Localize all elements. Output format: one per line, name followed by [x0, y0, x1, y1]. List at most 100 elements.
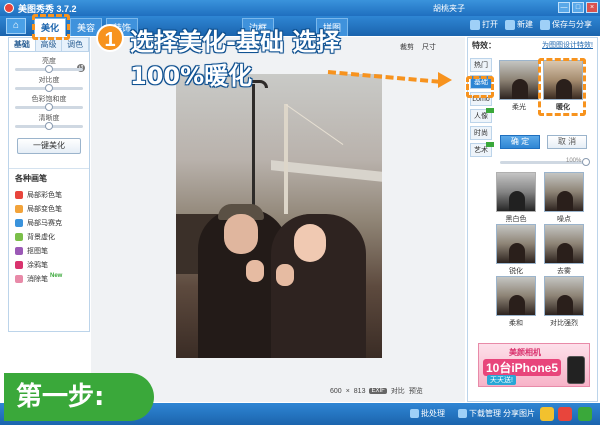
effect-thumb-dehaze[interactable]	[544, 224, 584, 264]
brush-icon	[15, 233, 23, 241]
one-click-beautify-button[interactable]: 一键美化	[17, 138, 81, 154]
batch-label: 批处理	[421, 409, 445, 418]
effect-thumb-soft[interactable]	[496, 276, 536, 316]
effects-title: 特效：	[472, 40, 496, 50]
batch-icon	[410, 409, 419, 418]
adjust-slider[interactable]: 色彩饱和度	[15, 94, 83, 111]
compare-button[interactable]: 对比	[391, 386, 405, 396]
category-art[interactable]: 艺术	[470, 142, 494, 157]
download-label: 下载管理	[469, 409, 501, 418]
brush-tool-item[interactable]: 局部马赛克	[9, 216, 89, 230]
minimize-button[interactable]: —	[558, 2, 570, 13]
brush-tool-label: 涂鸦笔	[27, 262, 48, 269]
slider-track[interactable]	[15, 84, 83, 92]
photo-hand-left	[246, 260, 264, 282]
adjust-slider[interactable]: 对比度	[15, 75, 83, 92]
strength-knob[interactable]	[582, 158, 590, 166]
brush-tool-item[interactable]: 抠图笔	[9, 244, 89, 258]
slider-knob[interactable]	[45, 122, 53, 130]
maximize-button[interactable]: □	[572, 2, 584, 13]
slider-track[interactable]	[15, 103, 83, 111]
effect-label-black-white: 黑白色	[505, 216, 527, 223]
size-button[interactable]: 尺寸	[422, 42, 436, 52]
photo-hand-right	[276, 264, 294, 286]
weibo-icon[interactable]	[558, 407, 572, 421]
new-flag-icon	[486, 142, 494, 147]
effect-label-high-contrast: 对比强烈	[550, 320, 578, 327]
category-portrait-label: 人像	[474, 113, 488, 120]
cancel-button[interactable]: 取 消	[547, 135, 587, 149]
slider-knob[interactable]	[45, 103, 53, 111]
brush-tool-item[interactable]: 局部变色笔	[9, 202, 89, 216]
folder-icon	[470, 19, 480, 30]
image-width: 600	[330, 387, 342, 395]
effect-label-noise: 噪点	[557, 216, 571, 223]
brush-icon	[15, 191, 23, 199]
effect-label-soft: 柔和	[509, 320, 523, 327]
slider-knob[interactable]	[45, 84, 53, 92]
category-fashion[interactable]: 时尚	[470, 126, 492, 140]
brush-tool-label: 局部变色笔	[27, 206, 62, 213]
title-bar: 美图秀秀 3.7.2 胡桃夹子 — □ ×	[0, 0, 600, 16]
effect-thumb-sharpen[interactable]	[496, 224, 536, 264]
subtab-basic[interactable]: 基础	[9, 38, 36, 51]
photo-lamp-post	[252, 84, 255, 224]
slider-knob[interactable]	[45, 65, 53, 73]
image-info-bar: 600 × 813 EXIF 对比 预览	[330, 386, 423, 396]
canvas-toolrow: 裁剪 尺寸	[400, 42, 436, 52]
slider-track[interactable]	[15, 65, 83, 73]
download-manager-button[interactable]: 下载管理	[458, 408, 501, 419]
close-button[interactable]: ×	[586, 2, 598, 13]
effects-header: 特效： 为图图设计特效!	[468, 38, 597, 52]
phone-icon	[567, 356, 585, 384]
save-label: 保存与分享	[552, 20, 592, 29]
brush-tool-item[interactable]: 消除笔 New	[9, 272, 89, 286]
adjust-slider[interactable]: 亮度	[15, 56, 83, 73]
confirm-button[interactable]: 确 定	[500, 135, 540, 149]
user-name[interactable]: 胡桃夹子	[433, 3, 465, 14]
image-height: 813	[353, 387, 366, 395]
brush-tool-item[interactable]: 涂鸦笔	[9, 258, 89, 272]
brush-tool-item[interactable]: 局部彩色笔	[9, 188, 89, 202]
exif-button[interactable]: EXIF	[369, 388, 387, 394]
highlight-beautify-tab	[32, 14, 70, 40]
adjust-slider[interactable]: 清晰度	[15, 113, 83, 130]
new-badge: New	[50, 273, 63, 279]
photo-face-man	[224, 214, 258, 254]
image-size-separator: ×	[345, 387, 350, 395]
new-button[interactable]: 新建	[505, 19, 533, 30]
preview-button[interactable]: 预览	[409, 386, 423, 396]
open-button[interactable]: 打开	[470, 19, 498, 30]
batch-button[interactable]: 批处理	[410, 408, 445, 419]
add-icon[interactable]	[578, 407, 592, 421]
design-effect-link[interactable]: 为图图设计特效!	[542, 40, 593, 50]
category-portrait[interactable]: 人像	[470, 108, 494, 123]
left-panel: 基础 高级 调色 ↺ 亮度对比度色彩饱和度清晰度 一键美化 各种画笔 局部彩色笔…	[8, 37, 90, 332]
slider-track[interactable]	[15, 122, 83, 130]
share-image-button[interactable]: 分享图片	[503, 408, 535, 419]
open-label: 打开	[482, 20, 498, 29]
brush-icon	[15, 275, 23, 283]
annotation-number: 1	[96, 24, 124, 52]
ad-offer: 10台iPhone5	[483, 359, 562, 376]
effect-thumb-high-contrast[interactable]	[544, 276, 584, 316]
category-hot[interactable]: 热门	[470, 58, 492, 72]
brush-tool-item[interactable]: 背景虚化	[9, 230, 89, 244]
save-share-button[interactable]: 保存与分享	[540, 19, 592, 30]
star-icon[interactable]	[540, 407, 554, 421]
highlight-warm-effect	[538, 58, 586, 116]
ad-banner[interactable]: 美颜相机 10台iPhone5 天天送!	[478, 343, 590, 387]
annotation-line1: 选择美化-基础 选择	[130, 28, 341, 56]
effect-thumb-soft-light[interactable]	[499, 60, 539, 100]
subtabs: 基础 高级 调色	[9, 38, 90, 52]
brush-tool-label: 背景虚化	[27, 234, 55, 241]
photo-face-woman	[294, 224, 326, 262]
photo-lamp-head	[252, 80, 268, 88]
brush-tool-label: 抠图笔	[27, 248, 48, 255]
app-title: 美图秀秀 3.7.2	[18, 3, 77, 14]
effect-thumb-noise[interactable]	[544, 172, 584, 212]
effect-thumb-black-white[interactable]	[496, 172, 536, 212]
home-button[interactable]: ⌂	[6, 18, 26, 34]
crop-button[interactable]: 裁剪	[400, 42, 414, 52]
effect-label-sharpen: 锐化	[509, 268, 523, 275]
